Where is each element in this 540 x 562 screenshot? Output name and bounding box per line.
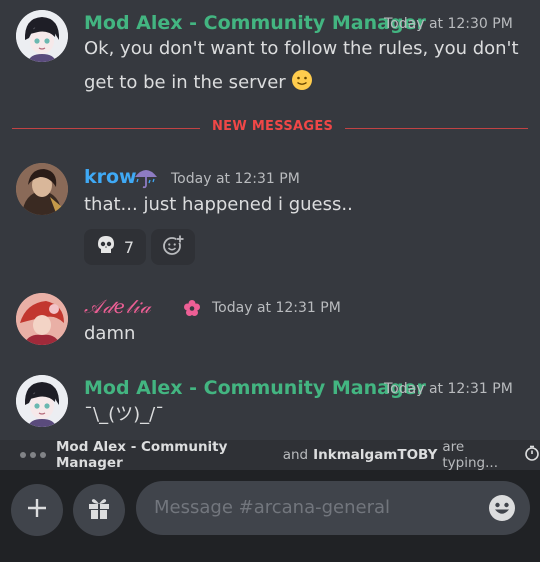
message-text-line-1: Ok, you don't want to follow the rules, …	[84, 38, 519, 59]
typing-indicator: Mod Alex - Community Manager and Inkmalg…	[0, 439, 540, 471]
reaction-count: 7	[123, 237, 135, 257]
add-reaction-icon	[162, 234, 184, 260]
timestamp: Today at 12:30 PM	[384, 16, 513, 32]
skull-icon	[96, 235, 116, 259]
avatar[interactable]	[16, 10, 68, 62]
author-name[interactable]: krow	[84, 166, 137, 188]
author-name[interactable]: 𝒜𝒹𝑒𝓁𝒾𝒶	[84, 296, 152, 318]
typing-dots-icon	[20, 452, 46, 458]
typing-user-2: InkmalgamTOBY	[313, 447, 438, 463]
typing-suffix: are typing...	[442, 439, 498, 471]
typing-conj: and	[282, 447, 309, 463]
message-text: that... just happened i guess..	[84, 194, 353, 215]
message-text: ¯\_(ツ)_/¯	[84, 404, 165, 425]
message-text-line-2: get to be in the server	[84, 65, 313, 99]
flower-icon	[183, 299, 201, 321]
plus-icon	[26, 497, 48, 523]
message-input[interactable]: Message #arcana-general	[136, 481, 530, 535]
avatar[interactable]	[16, 375, 68, 427]
message-input-placeholder: Message #arcana-general	[154, 497, 391, 518]
message-text: damn	[84, 323, 136, 344]
add-reaction-button[interactable]	[151, 229, 195, 265]
gift-button[interactable]	[73, 484, 125, 536]
gift-icon	[86, 495, 112, 525]
new-messages-label: NEW MESSAGES	[200, 119, 346, 134]
author-name[interactable]: Mod Alex - Community Manager	[84, 12, 426, 34]
skull-reaction-button[interactable]: 7	[84, 229, 146, 265]
avatar[interactable]	[16, 293, 68, 345]
emoji-picker-icon[interactable]	[488, 494, 516, 526]
avatar[interactable]	[16, 163, 68, 215]
author-name[interactable]: Mod Alex - Community Manager	[84, 377, 426, 399]
add-attachment-button[interactable]	[11, 484, 63, 536]
timestamp: Today at 12:31 PM	[212, 300, 341, 316]
timestamp: Today at 12:31 PM	[384, 381, 513, 397]
typing-user-1: Mod Alex - Community Manager	[56, 439, 228, 471]
slight-smile-emoji	[291, 69, 313, 93]
timestamp: Today at 12:31 PM	[171, 171, 300, 187]
slowmode-timer-icon	[524, 445, 540, 465]
